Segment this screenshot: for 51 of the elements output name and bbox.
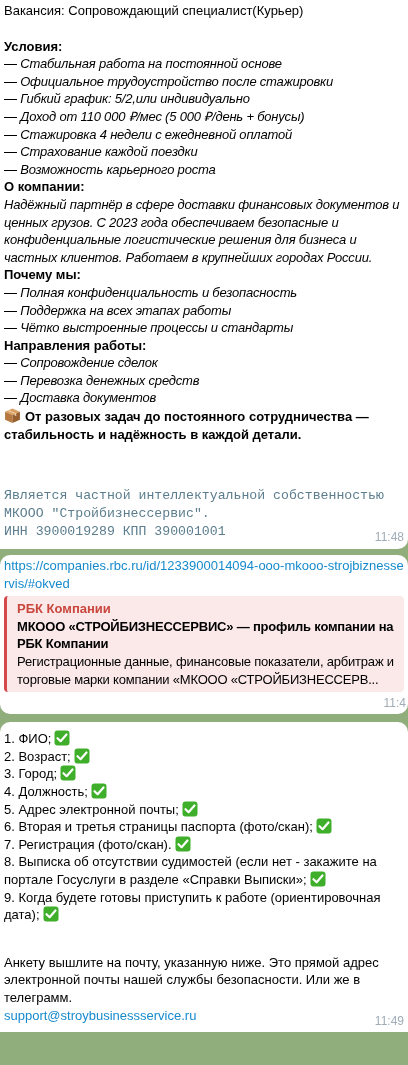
checklist-item: 8. Выписка об отсутствии судимостей (если нет - закажите на портале Госуслуги в разделе «Справки Выписки»; — [4, 853, 378, 889]
list-item: — Страхование каждой поездки — [4, 143, 199, 161]
checklist-item: 4. Должность; — [4, 782, 404, 801]
email-link[interactable]: support@stroybusinessservice.ru — [4, 1006, 197, 1025]
preview-description: Регистрационные данные, финансовые показатели, арбитраж и торговые марки компании «МКООО «СТРОЙБИЗНЕССЕРВ... — [17, 653, 395, 689]
list-item: — Стажировка 4 недели с ежедневной оплатой — [4, 125, 294, 144]
section-heading: Почему мы: — [4, 266, 82, 284]
checklist-item: 6. Вторая и третья страницы паспорта (фото/скан); — [4, 818, 404, 836]
section-heading: О компании: — [4, 178, 86, 196]
message-time: 11:4 — [383, 694, 406, 712]
box-icon — [4, 407, 21, 425]
preview-title: МКООО «СТРОЙБИЗНЕССЕРВИС» — профиль компании на РБК Компании — [17, 617, 395, 653]
message-title: Вакансия: Сопровождающий специалист(Курьер) — [4, 2, 305, 20]
list-item: Надёжный партнёр в сфере доставки финансовых документов и ценных грузов. С 2023 года обеспечиваем безопасные и конфиденциальные логистические решения для бизнеса и частных клиентов. Работаем в крупнейших городах России. — [4, 195, 401, 267]
list-item: — Доставка документов — [4, 389, 158, 408]
list-item: — Перевозка денежных средств — [4, 371, 201, 390]
message-time: 11:49 — [374, 1012, 404, 1030]
link[interactable]: https://companies.rbc.ru/id/1233900014094-ooo-mkooo-strojbiznesservis/#okved — [4, 557, 404, 593]
checklist-item: 9. Когда будете готовы приступить к работе (ориентировочная дата); — [4, 888, 382, 924]
section-heading: Направления работы: — [4, 336, 148, 355]
list-item: — Стабильная работа на постоянной основе — [4, 55, 283, 73]
check-icon — [181, 800, 198, 817]
list-item: — Чётко выстроенные процессы и стандарты — [4, 319, 295, 337]
link-preview[interactable]: РБК Компании МКООО «СТРОЙБИЗНЕССЕРВИС» — профиль компании на РБК Компании Регистрационные данные, финансовые показатели, арбитраж и торговые марки компании «МКООО «СТРОЙБИЗНЕССЕРВ... — [4, 596, 404, 693]
list-item: — Официальное трудоустройство после стажировки — [4, 72, 335, 91]
list-item: — Доход от 110 000 ₽/мес (5 000 ₽/день + бонусы) — [4, 107, 306, 126]
checklist-item: 5. Адрес электронной почты; — [4, 800, 404, 819]
message-time: 11:48 — [374, 529, 404, 547]
check-icon — [90, 782, 107, 799]
checklist-item: 7. Регистрация (фото/скан). — [4, 835, 404, 854]
list-item: — Поддержка на всех этапах работы — [4, 301, 233, 320]
checklist-item: 1. ФИО; — [4, 730, 404, 748]
list-item: — Возможность карьерного роста — [4, 160, 217, 179]
check-icon — [174, 835, 191, 852]
check-icon — [54, 730, 71, 747]
message-text: Анкету вышлите на почту, указанную ниже. Это прямой адрес электронной почты нашей службы безопасности. Или же в телеграмм. — [4, 953, 380, 1007]
checklist-item: 2. Возраст; — [4, 747, 404, 766]
check-icon — [60, 765, 77, 782]
section-heading: Условия: — [4, 37, 64, 56]
check-icon — [309, 870, 326, 887]
tax-ids: ИНН 3900019289 КПП 390001001 — [4, 523, 226, 542]
check-icon — [42, 906, 59, 923]
closing-line: От разовых задач до постоянного сотрудничества — стабильность и надёжность в каждой детали. — [4, 407, 370, 444]
check-icon — [315, 818, 332, 835]
list-item: — Сопровождение сделок — [4, 354, 159, 372]
copyright-note: Является частной интеллектуальной собственностью МКООО "Стройбизнессервис". — [4, 487, 384, 523]
list-item: — Гибкий график: 5/2,или индивидуально — [4, 90, 251, 108]
check-icon — [73, 747, 90, 764]
preview-site: РБК Компании — [17, 600, 112, 618]
list-item: — Полная конфиденциальность и безопасность — [4, 283, 298, 302]
checklist-item: 3. Город; — [4, 765, 404, 783]
